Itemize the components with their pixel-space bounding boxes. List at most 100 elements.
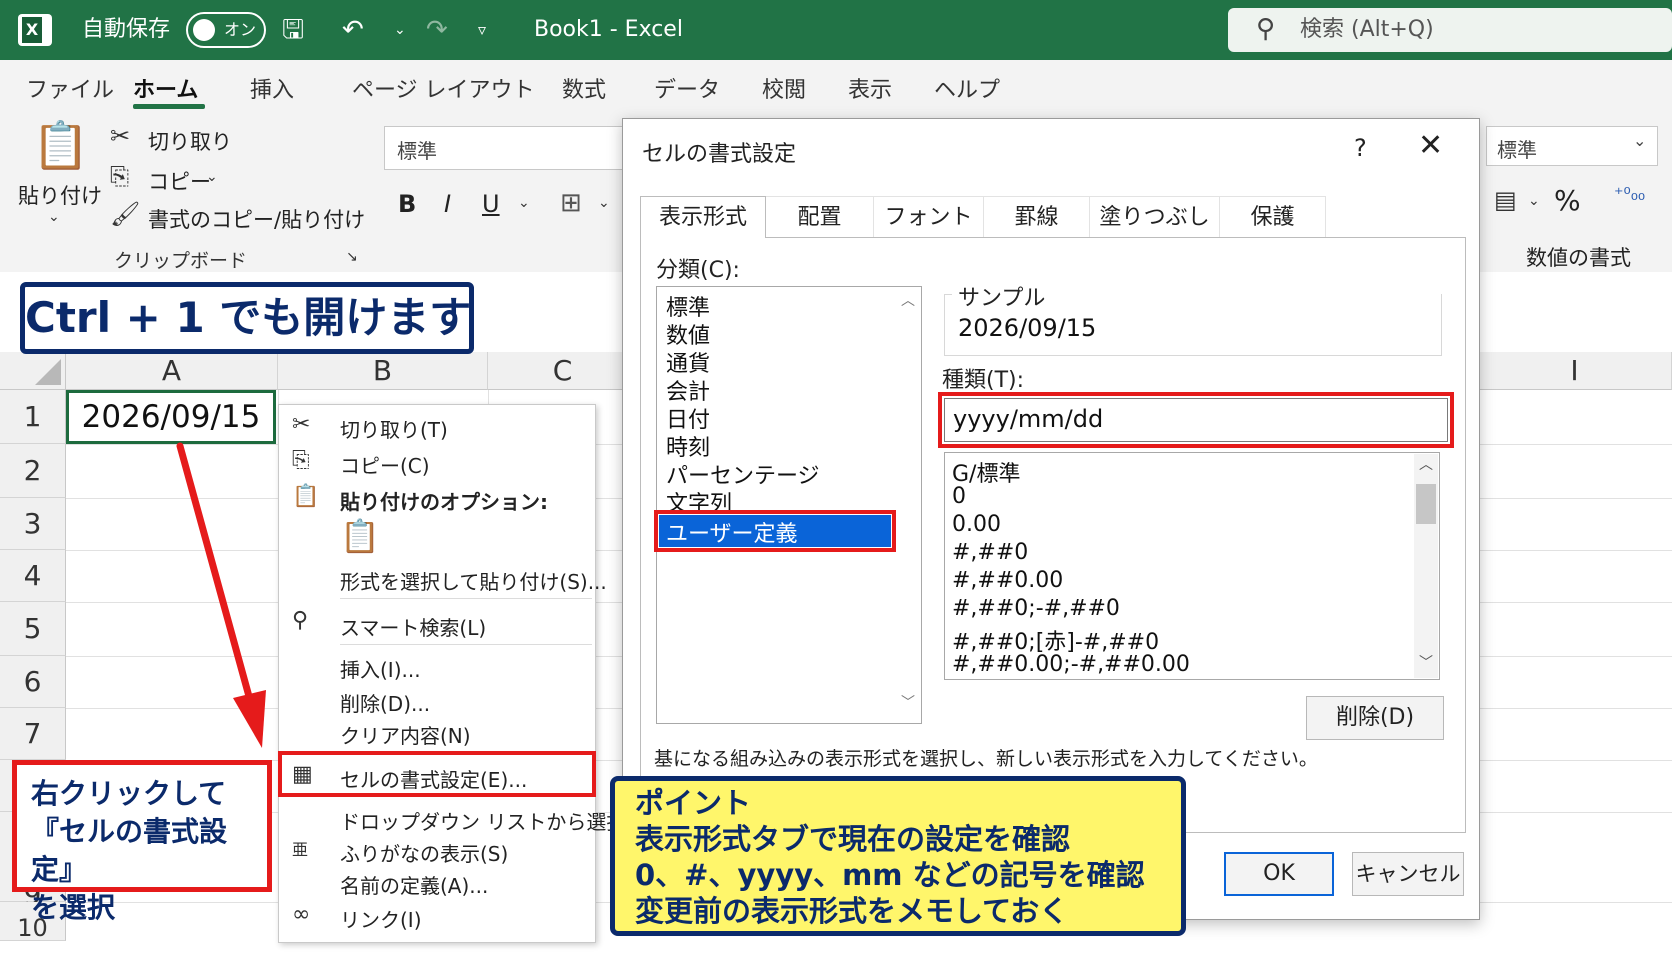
row-header-7[interactable]: 7	[0, 708, 66, 760]
close-icon[interactable]: ✕	[1418, 128, 1443, 163]
tab-formulas[interactable]: 数式	[562, 72, 606, 104]
ctx-clear[interactable]: クリア内容(N)	[340, 720, 471, 749]
format-item[interactable]: 0	[952, 484, 966, 509]
tab-review[interactable]: 校閲	[762, 72, 806, 104]
format-cells-highlight	[278, 751, 596, 797]
tab-fill[interactable]: 塗りつぶし	[1090, 196, 1220, 238]
tab-alignment[interactable]: 配置	[766, 196, 874, 238]
paste-button-label[interactable]: 貼り付け	[18, 180, 102, 210]
format-item[interactable]: #,##0.00;-#,##0.00	[952, 652, 1190, 677]
tab-page-layout[interactable]: ページ レイアウト	[352, 72, 535, 104]
accounting-dropdown-icon[interactable]: ⌄	[1528, 194, 1540, 208]
scroll-up-icon[interactable]: ︿	[901, 290, 915, 310]
font-name-box[interactable]: 標準	[384, 126, 624, 170]
number-format-dropdown-icon: ⌄	[1633, 131, 1647, 150]
increase-decimal-icon[interactable]: ⁺⁰₀₀	[1614, 186, 1645, 204]
autosave-toggle[interactable]: オン	[186, 12, 266, 48]
border-icon[interactable]: ⊞	[560, 190, 582, 216]
paste-dropdown-icon[interactable]: ⌄	[48, 210, 60, 224]
ctx-insert[interactable]: 挿入(I)...	[340, 654, 421, 683]
format-item[interactable]: #,##0;-#,##0	[952, 596, 1120, 621]
cancel-button[interactable]: キャンセル	[1352, 852, 1464, 896]
customize-toolbar-icon[interactable]: ▿	[478, 0, 486, 60]
copy-button[interactable]: コピー	[148, 166, 211, 196]
row-header-3[interactable]: 3	[0, 498, 66, 550]
clipboard-group-label: クリップボード	[114, 250, 248, 272]
cell-a1[interactable]: 2026/09/15	[66, 390, 276, 444]
scroll-down-icon[interactable]: ﹀	[901, 692, 915, 712]
ctx-link[interactable]: リンク(I)	[340, 904, 422, 933]
category-label: 分類(C):	[656, 258, 740, 283]
scissors-icon: ✂	[292, 412, 311, 437]
tab-number[interactable]: 表示形式	[640, 196, 766, 238]
cut-button[interactable]: 切り取り	[148, 126, 232, 156]
type-input-highlight	[938, 392, 1454, 448]
scissors-icon[interactable]: ✂	[110, 124, 130, 148]
scroll-down-icon[interactable]: ﹀	[1419, 652, 1433, 672]
tab-file[interactable]: ファイル	[26, 72, 114, 104]
number-format-box[interactable]: 標準 ⌄	[1486, 126, 1658, 166]
tab-protection[interactable]: 保護	[1220, 196, 1326, 238]
ctx-copy[interactable]: コピー(C)	[340, 450, 430, 479]
scrollbar-thumb[interactable]	[1416, 484, 1436, 524]
row-header-4[interactable]: 4	[0, 550, 66, 602]
tab-help[interactable]: ヘルプ	[934, 72, 1000, 104]
tab-border[interactable]: 罫線	[984, 196, 1090, 238]
accounting-format-icon[interactable]: ▤	[1494, 188, 1517, 212]
ctx-delete[interactable]: 削除(D)...	[340, 688, 430, 717]
underline-dropdown-icon[interactable]: ⌄	[518, 196, 530, 210]
search-placeholder: 検索 (Alt+Q)	[1300, 17, 1434, 42]
italic-button[interactable]: I	[444, 190, 451, 218]
ctrl-shortcut-callout: Ctrl + 1 でも開けます	[20, 282, 474, 354]
undo-dropdown-icon[interactable]: ⌄	[394, 0, 406, 60]
ctx-smart-lookup[interactable]: スマート検索(L)	[340, 612, 486, 641]
format-painter-icon[interactable]: 🖌	[110, 202, 140, 226]
tab-insert[interactable]: 挿入	[250, 72, 294, 104]
ctx-cut[interactable]: 切り取り(T)	[340, 414, 448, 443]
undo-icon[interactable]: ↶	[342, 0, 364, 60]
row-header-2[interactable]: 2	[0, 444, 66, 498]
search-box[interactable]: ⚲ 検索 (Alt+Q)	[1228, 8, 1672, 52]
underline-button[interactable]: U	[482, 190, 500, 218]
sample-border	[944, 294, 952, 295]
ctx-paste-special[interactable]: 形式を選択して貼り付け(S)...	[340, 566, 607, 595]
redo-icon[interactable]: ↷	[426, 0, 448, 60]
column-header-i[interactable]: I	[1478, 352, 1672, 390]
format-painter-button[interactable]: 書式のコピー/貼り付け	[148, 204, 365, 234]
format-item[interactable]: #,##0	[952, 540, 1028, 565]
ctx-phonetic[interactable]: ふりがなの表示(S)	[340, 838, 508, 867]
tab-data[interactable]: データ	[654, 72, 720, 104]
copy-icon[interactable]: ⎘	[110, 164, 129, 188]
callout-line: 表示形式タブで現在の設定を確認	[635, 822, 1071, 856]
paste-option-icon[interactable]: 📋	[340, 520, 380, 552]
paste-icon[interactable]: 📋	[32, 122, 89, 168]
tab-view[interactable]: 表示	[848, 72, 892, 104]
select-all-corner[interactable]	[0, 352, 66, 390]
help-button[interactable]: ?	[1354, 134, 1367, 162]
scroll-up-icon[interactable]: ︿	[1419, 454, 1433, 474]
sample-label: サンプル	[954, 280, 1050, 312]
bold-button[interactable]: B	[398, 190, 416, 218]
active-tab-join	[641, 236, 765, 239]
ctx-define-name[interactable]: 名前の定義(A)...	[340, 870, 488, 899]
row-header-6[interactable]: 6	[0, 656, 66, 708]
border-dropdown-icon[interactable]: ⌄	[598, 196, 610, 210]
save-icon[interactable]: 🖫	[282, 0, 304, 60]
delete-format-button[interactable]: 削除(D)	[1306, 696, 1444, 740]
copy-icon: ⎘	[292, 448, 310, 473]
format-item[interactable]: 0.00	[952, 512, 1001, 537]
category-scrollbar[interactable]: ︿ ﹀	[896, 288, 920, 722]
column-header-a[interactable]: A	[66, 352, 278, 390]
active-tab-indicator	[133, 104, 205, 109]
ok-button[interactable]: OK	[1224, 852, 1334, 896]
row-header-5[interactable]: 5	[0, 602, 66, 656]
copy-dropdown-icon[interactable]: ⌄	[206, 170, 218, 184]
format-item[interactable]: #,##0.00	[952, 568, 1063, 593]
dialog-launcher-icon[interactable]: ↘	[346, 250, 358, 264]
tab-home[interactable]: ホーム	[133, 72, 198, 104]
percent-button[interactable]: %	[1554, 184, 1581, 217]
row-header-1[interactable]: 1	[0, 390, 66, 444]
column-header-c[interactable]: C	[488, 352, 638, 390]
tab-font[interactable]: フォント	[874, 196, 984, 238]
column-header-b[interactable]: B	[278, 352, 488, 390]
